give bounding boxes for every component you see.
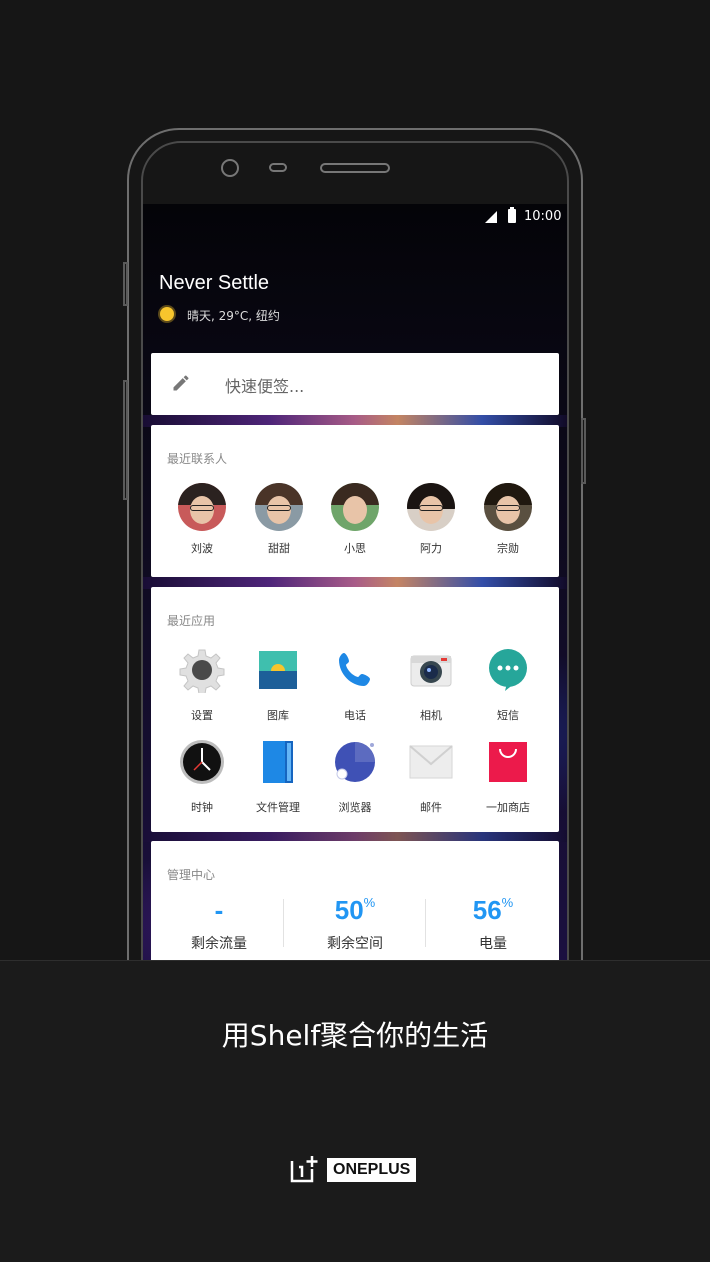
file-manager-icon — [263, 741, 293, 783]
gallery-icon — [259, 651, 297, 689]
brand-name: ONEPLUS — [327, 1158, 417, 1182]
app-gallery[interactable]: 图库 — [240, 647, 316, 723]
contact-name: 甜甜 — [268, 542, 290, 555]
contact-name: 小思 — [344, 542, 366, 555]
avatar — [331, 483, 379, 531]
avatar — [484, 483, 532, 531]
stat-label: 剩余空间 — [327, 936, 383, 952]
divider — [283, 899, 284, 947]
app-settings[interactable]: 设置 — [164, 647, 240, 723]
management-center-card: 管理中心 - 剩余流量 50% 剩余空间 56% 电量 — [151, 841, 559, 960]
card-title: 管理中心 — [167, 868, 216, 882]
phone-icon — [339, 653, 370, 686]
mail-icon — [409, 745, 453, 779]
camera-icon — [410, 655, 452, 687]
pencil-icon — [173, 375, 189, 391]
app-label: 邮件 — [420, 801, 442, 814]
signal-icon — [485, 211, 497, 223]
app-camera[interactable]: 相机 — [393, 647, 469, 723]
contact-item[interactable]: 小思 — [320, 483, 390, 556]
avatar — [178, 483, 226, 531]
stat-label: 电量 — [479, 936, 507, 952]
settings-icon — [179, 649, 225, 695]
oneplus-logo-icon — [290, 1156, 318, 1183]
app-label: 时钟 — [191, 801, 213, 814]
card-title: 最近联系人 — [167, 452, 228, 466]
recent-contacts-card: 最近联系人 刘波 甜甜 小思 阿力 宗勋 — [151, 425, 559, 577]
avatar — [407, 483, 455, 531]
contact-item[interactable]: 阿力 — [396, 483, 466, 556]
quick-note-input[interactable]: 快速便签... — [225, 373, 304, 397]
quick-note-card[interactable]: 快速便签... — [151, 353, 559, 415]
stat-value: 56% — [472, 895, 514, 925]
app-label: 文件管理 — [256, 801, 300, 814]
phone-side-button — [123, 262, 128, 306]
stat-battery[interactable]: 56% 电量 — [425, 895, 561, 953]
proximity-sensor — [269, 163, 287, 172]
app-label: 相机 — [420, 709, 442, 722]
shelf-headline: Never Settle — [159, 272, 270, 294]
contact-name: 刘波 — [191, 542, 213, 555]
front-camera — [221, 159, 239, 177]
app-mail[interactable]: 邮件 — [393, 739, 469, 815]
onboarding-screen: 10:00 Never Settle 晴天, 29°C, 纽约 快速便签... … — [0, 0, 710, 1262]
contact-name: 宗勋 — [497, 542, 519, 555]
app-label: 设置 — [191, 709, 213, 722]
card-title: 最近应用 — [167, 614, 216, 628]
caption-panel — [0, 960, 710, 1262]
battery-icon — [508, 207, 516, 223]
recent-apps-card: 最近应用 设置 图库 电话 相机 短信 时钟 文件管理 浏览器 邮件 一加商店 — [151, 587, 559, 832]
app-messages[interactable]: 短信 — [470, 647, 546, 723]
app-label: 短信 — [497, 709, 519, 722]
store-icon — [489, 742, 527, 782]
app-label: 一加商店 — [486, 801, 530, 814]
app-store[interactable]: 一加商店 — [470, 739, 546, 815]
weather-text: 晴天, 29°C, 纽约 — [187, 309, 280, 323]
messages-icon — [489, 649, 527, 691]
stat-value: 50% — [334, 895, 376, 925]
stat-label: 剩余流量 — [191, 936, 247, 952]
phone-volume-button — [123, 380, 128, 500]
app-label: 图库 — [267, 709, 289, 722]
status-time: 10:00 — [524, 209, 562, 224]
contact-item[interactable]: 甜甜 — [244, 483, 314, 556]
contact-name: 阿力 — [420, 542, 442, 555]
tagline: 用Shelf聚合你的生活 — [221, 1019, 489, 1052]
stat-value: - — [214, 895, 224, 925]
stat-storage-remaining[interactable]: 50% 剩余空间 — [287, 895, 423, 953]
sun-icon — [160, 307, 174, 321]
avatar — [255, 483, 303, 531]
app-file-manager[interactable]: 文件管理 — [240, 739, 316, 815]
app-clock[interactable]: 时钟 — [164, 739, 240, 815]
clock-icon — [180, 740, 224, 784]
app-label: 浏览器 — [338, 801, 372, 814]
status-bar: 10:00 — [143, 204, 567, 230]
contact-item[interactable]: 刘波 — [167, 483, 237, 556]
earpiece-speaker — [320, 163, 390, 173]
app-label: 电话 — [344, 709, 366, 722]
app-browser[interactable]: 浏览器 — [317, 739, 393, 815]
stat-data-remaining[interactable]: - 剩余流量 — [151, 895, 287, 953]
phone-power-button — [581, 418, 586, 484]
contact-item[interactable]: 宗勋 — [473, 483, 543, 556]
phone-screen: 10:00 Never Settle 晴天, 29°C, 纽约 快速便签... … — [143, 204, 567, 960]
browser-icon — [335, 742, 375, 782]
app-phone[interactable]: 电话 — [317, 647, 393, 723]
